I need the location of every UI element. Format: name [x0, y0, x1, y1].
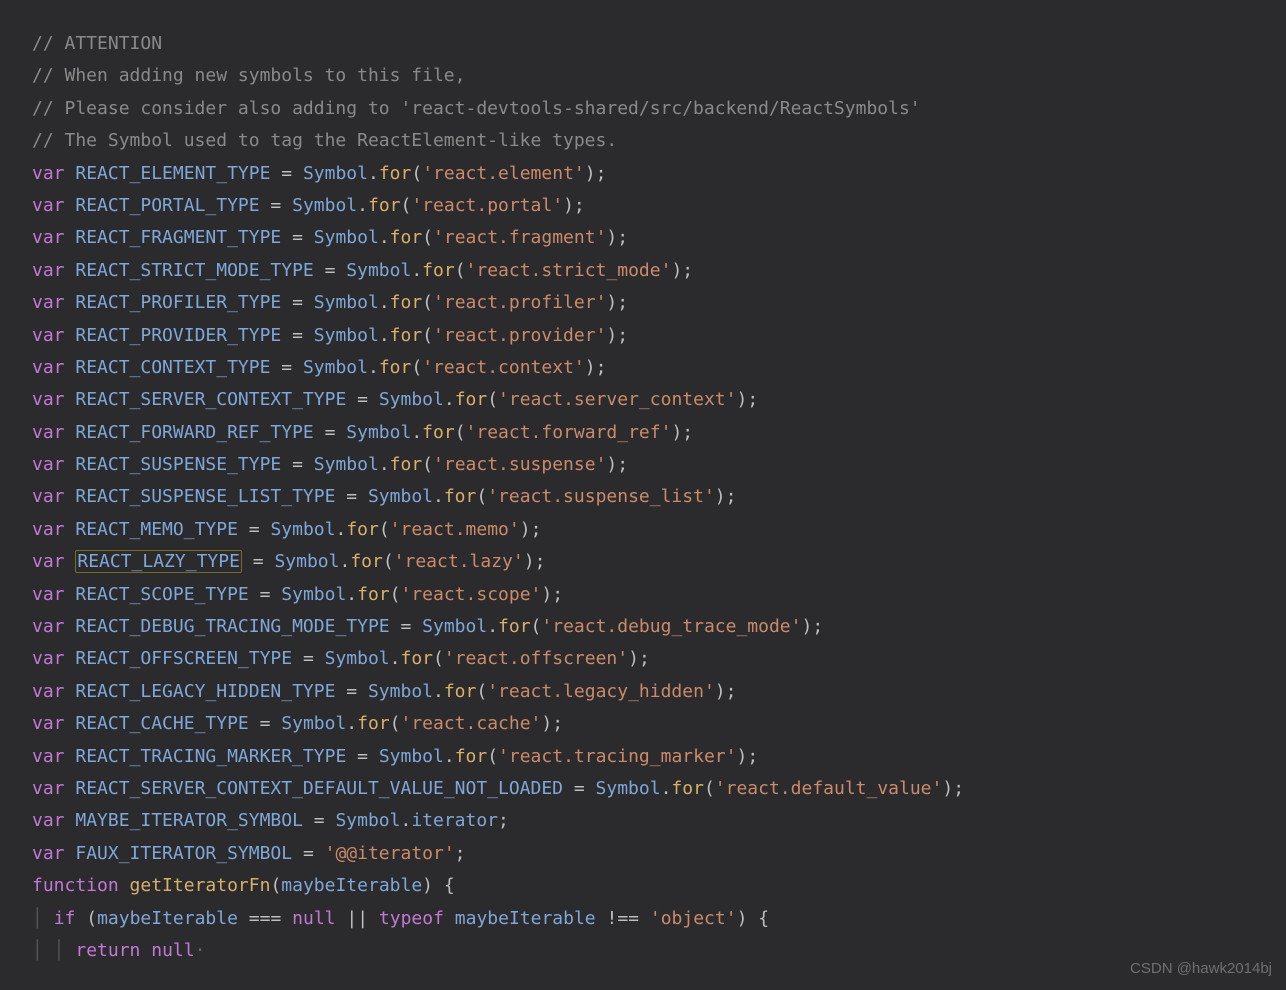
highlighted-symbol: REACT_LAZY_TYPE	[75, 550, 242, 573]
code-line: var REACT_STRICT_MODE_TYPE = Symbol.for(…	[32, 255, 1254, 287]
code-line: var REACT_CONTEXT_TYPE = Symbol.for('rea…	[32, 352, 1254, 384]
code-line: var REACT_PROVIDER_TYPE = Symbol.for('re…	[32, 320, 1254, 352]
code-line: var REACT_SUSPENSE_TYPE = Symbol.for('re…	[32, 449, 1254, 481]
code-line: var REACT_PROFILER_TYPE = Symbol.for('re…	[32, 287, 1254, 319]
code-line: // When adding new symbols to this file,	[32, 60, 1254, 92]
code-line: // The Symbol used to tag the ReactEleme…	[32, 125, 1254, 157]
code-line: var REACT_PORTAL_TYPE = Symbol.for('reac…	[32, 190, 1254, 222]
code-line: var REACT_SERVER_CONTEXT_TYPE = Symbol.f…	[32, 384, 1254, 416]
code-line: var REACT_OFFSCREEN_TYPE = Symbol.for('r…	[32, 643, 1254, 675]
watermark: CSDN @hawk2014bj	[1130, 955, 1272, 982]
code-line: function getIteratorFn(maybeIterable) {	[32, 870, 1254, 902]
code-line: var FAUX_ITERATOR_SYMBOL = '@@iterator';	[32, 838, 1254, 870]
comment: // Please consider also adding to 'react…	[32, 98, 921, 119]
code-line: var REACT_MEMO_TYPE = Symbol.for('react.…	[32, 514, 1254, 546]
code-line: var REACT_CACHE_TYPE = Symbol.for('react…	[32, 708, 1254, 740]
code-line: var REACT_LEGACY_HIDDEN_TYPE = Symbol.fo…	[32, 676, 1254, 708]
code-line: │ if (maybeIterable === null || typeof m…	[32, 903, 1254, 935]
comment: // ATTENTION	[32, 33, 162, 54]
code-line: var REACT_TRACING_MARKER_TYPE = Symbol.f…	[32, 741, 1254, 773]
code-line: var REACT_SCOPE_TYPE = Symbol.for('react…	[32, 579, 1254, 611]
code-line: var MAYBE_ITERATOR_SYMBOL = Symbol.itera…	[32, 805, 1254, 837]
comment: // The Symbol used to tag the ReactEleme…	[32, 130, 617, 151]
code-line: var REACT_FORWARD_REF_TYPE = Symbol.for(…	[32, 417, 1254, 449]
code-line: var REACT_SERVER_CONTEXT_DEFAULT_VALUE_N…	[32, 773, 1254, 805]
code-line: var REACT_FRAGMENT_TYPE = Symbol.for('re…	[32, 222, 1254, 254]
comment: // When adding new symbols to this file,	[32, 65, 465, 86]
code-line: │ │ return null·	[32, 935, 1254, 967]
code-line: var REACT_ELEMENT_TYPE = Symbol.for('rea…	[32, 158, 1254, 190]
code-line: var REACT_DEBUG_TRACING_MODE_TYPE = Symb…	[32, 611, 1254, 643]
code-line: // Please consider also adding to 'react…	[32, 93, 1254, 125]
code-line: var REACT_SUSPENSE_LIST_TYPE = Symbol.fo…	[32, 481, 1254, 513]
code-line: var REACT_LAZY_TYPE = Symbol.for('react.…	[32, 546, 1254, 578]
code-line: // ATTENTION	[32, 28, 1254, 60]
